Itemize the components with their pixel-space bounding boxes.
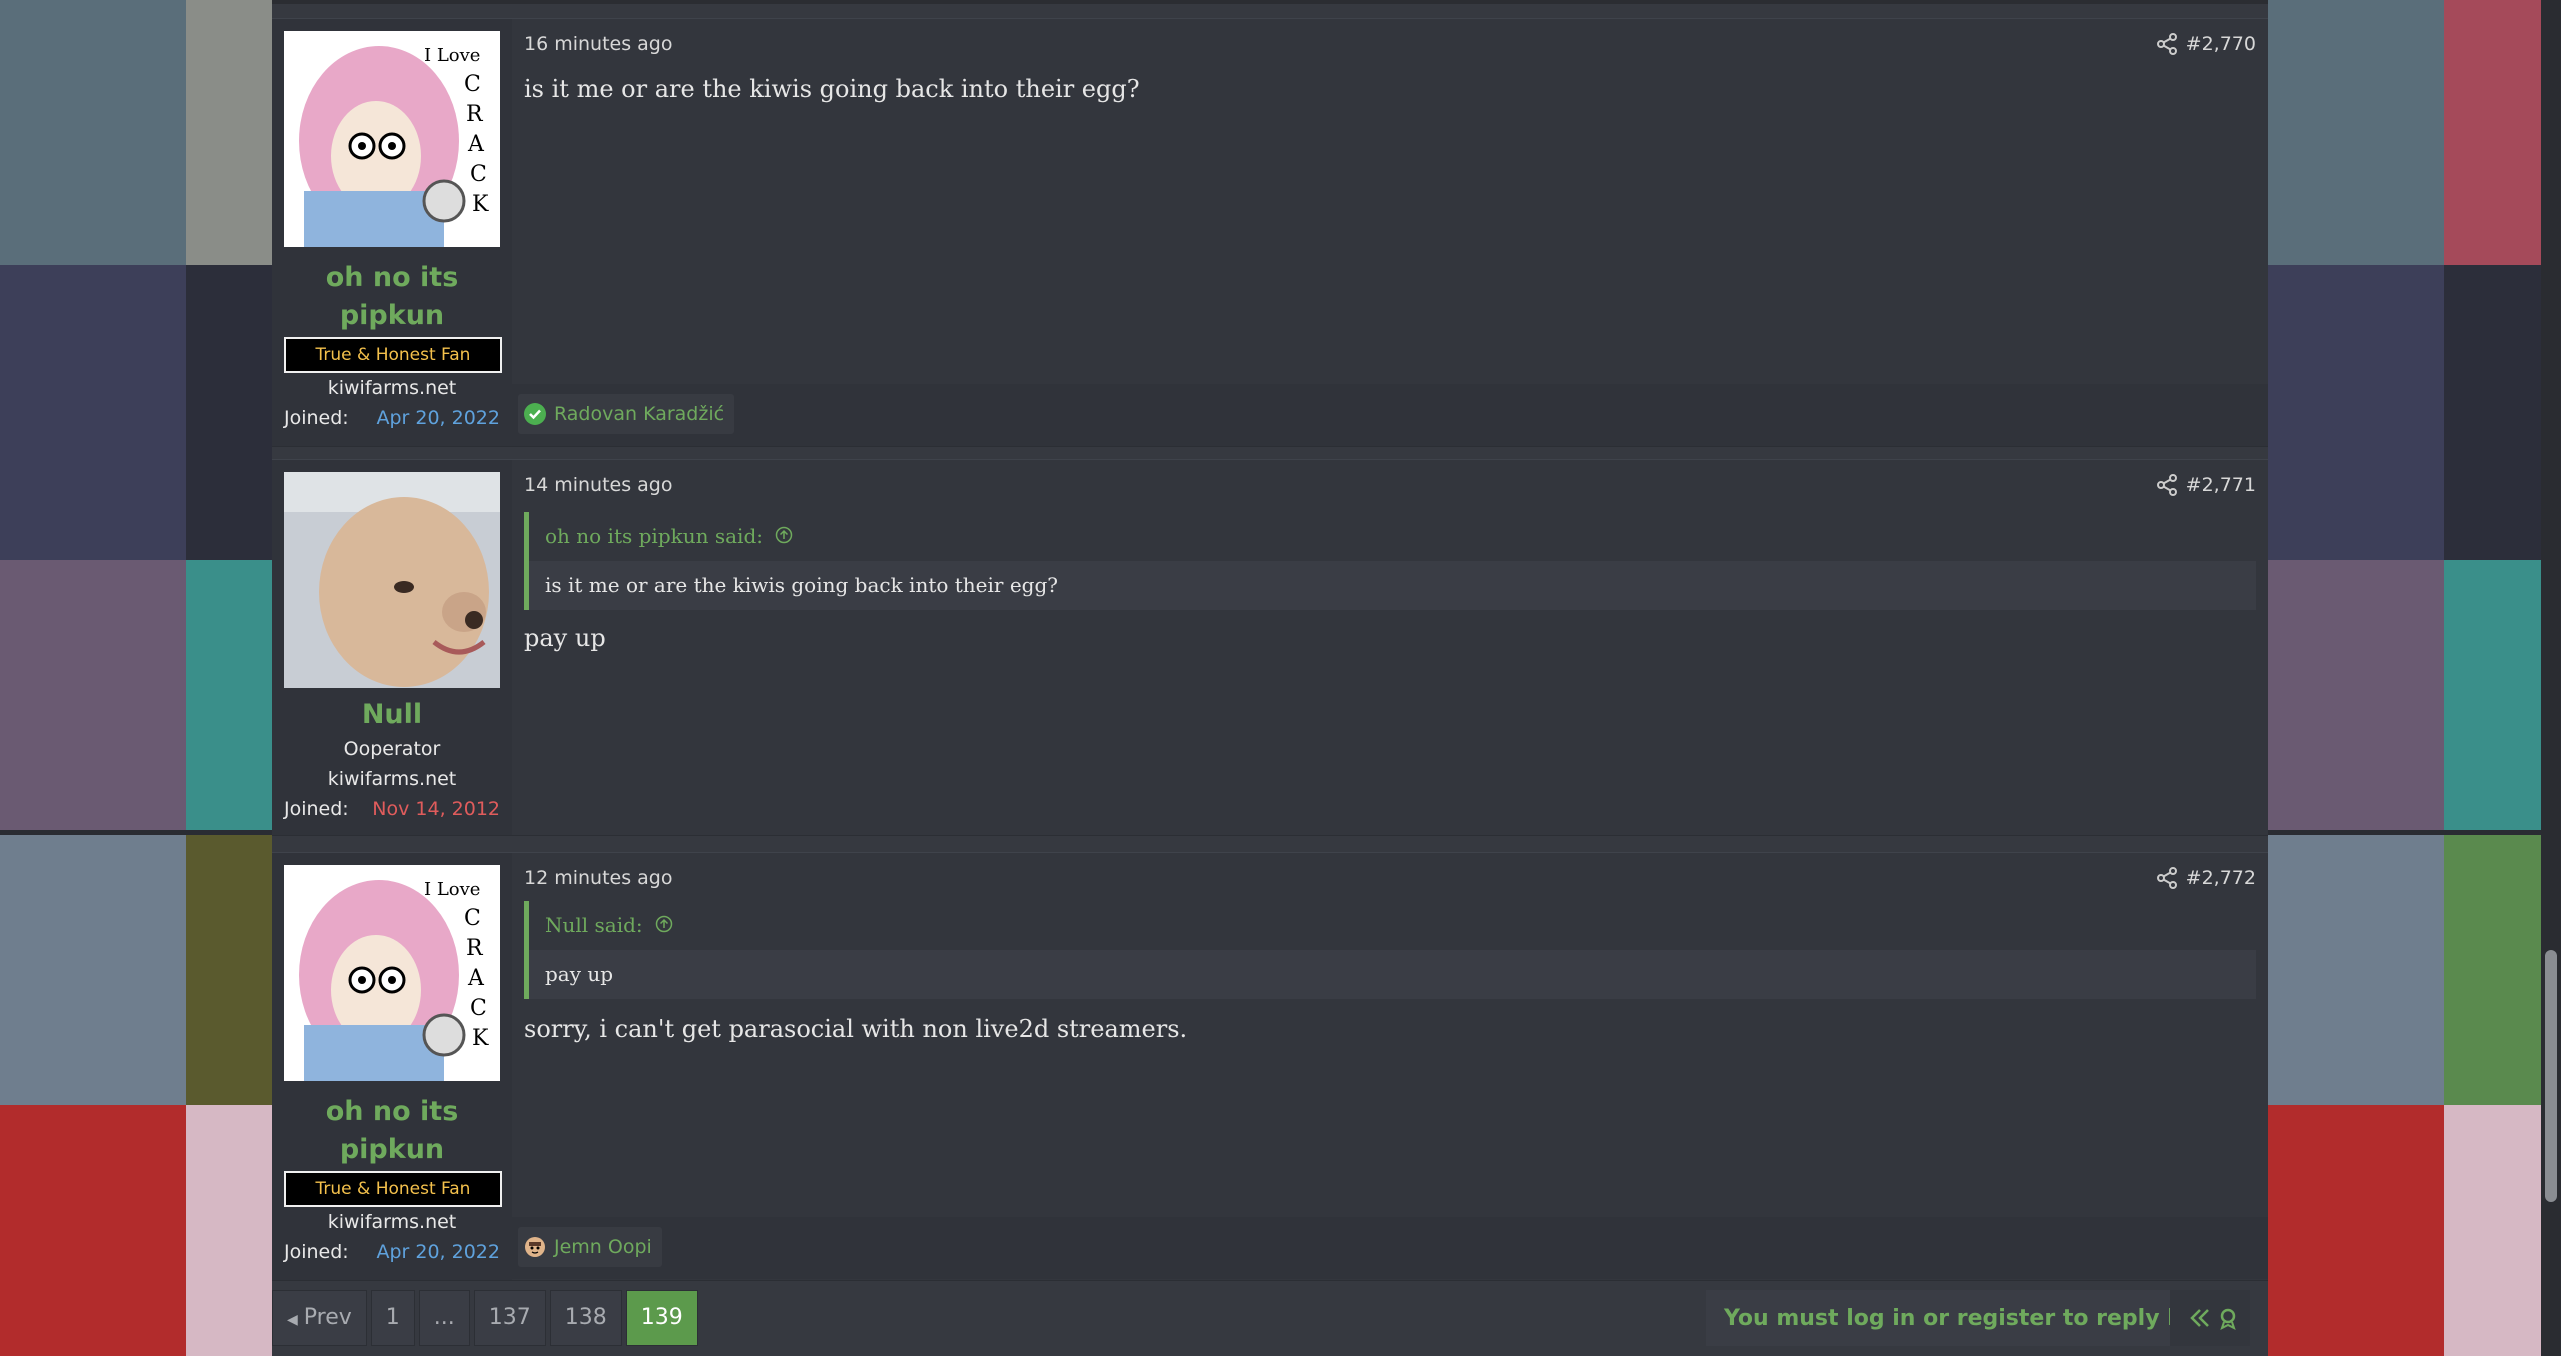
user-rank: Ooperator bbox=[343, 738, 441, 760]
scrollbar-thumb[interactable] bbox=[2545, 950, 2557, 1202]
joined-date: Nov 14, 2012 bbox=[372, 798, 500, 820]
user-site: kiwifarms.net bbox=[327, 377, 457, 399]
arrow-up-circle-icon[interactable] bbox=[775, 513, 793, 562]
joined-label: Joined: bbox=[284, 798, 349, 820]
joined-date: Apr 20, 2022 bbox=[376, 407, 500, 429]
username[interactable]: oh no its pipkun bbox=[272, 259, 512, 335]
joined-label: Joined: bbox=[284, 407, 349, 429]
svg-text:A: A bbox=[467, 966, 485, 991]
user-panel: Null Ooperator kiwifarms.net Joined: Nov… bbox=[272, 460, 512, 835]
user-site: kiwifarms.net bbox=[327, 768, 457, 790]
post-time[interactable]: 14 minutes ago bbox=[524, 474, 673, 496]
post: I Love C R A C K oh no its pipkun True &… bbox=[272, 852, 2268, 1281]
page-link[interactable]: 137 bbox=[473, 1290, 546, 1346]
joined-date: Apr 20, 2022 bbox=[376, 1241, 500, 1263]
svg-text:A: A bbox=[467, 132, 485, 157]
caret-left-icon: ◀ bbox=[287, 1312, 298, 1328]
face-emoji-icon bbox=[524, 1236, 546, 1258]
user-title-badge: True & Honest Fan bbox=[284, 1171, 502, 1207]
check-circle-icon bbox=[524, 403, 546, 425]
thread-jump-controls[interactable] bbox=[2170, 1290, 2250, 1346]
current-page[interactable]: 139 bbox=[625, 1290, 698, 1346]
svg-text:R: R bbox=[466, 936, 484, 961]
post-content: 12 minutes ago #2,772 Null said: pay up … bbox=[512, 853, 2268, 1280]
quote-header[interactable]: Null said: bbox=[529, 901, 2256, 950]
user-title-badge: True & Honest Fan bbox=[284, 337, 502, 373]
svg-text:C: C bbox=[464, 906, 481, 931]
reaction[interactable]: Radovan Karadžić bbox=[518, 394, 735, 434]
quote-author[interactable]: Null said: bbox=[545, 913, 643, 937]
post: Null Ooperator kiwifarms.net Joined: Nov… bbox=[272, 459, 2268, 836]
user-panel: I Love C R A C K oh no its pipkun True &… bbox=[272, 19, 512, 446]
post-body: sorry, i can't get parasocial with non l… bbox=[524, 1015, 1188, 1043]
reaction-user[interactable]: Radovan Karadžić bbox=[554, 403, 724, 425]
post-number[interactable]: #2,771 bbox=[2186, 474, 2256, 496]
post-body: pay up bbox=[524, 624, 606, 652]
joined-label: Joined: bbox=[284, 1241, 349, 1263]
svg-text:K: K bbox=[472, 192, 489, 217]
svg-text:R: R bbox=[466, 102, 484, 127]
share-icon[interactable] bbox=[2156, 867, 2178, 889]
user-site: kiwifarms.net bbox=[327, 1211, 457, 1233]
avatar[interactable]: I Love C R A C K bbox=[284, 31, 500, 247]
page-link[interactable]: 1 bbox=[370, 1290, 415, 1346]
post-time[interactable]: 16 minutes ago bbox=[524, 33, 673, 55]
post-number[interactable]: #2,770 bbox=[2186, 33, 2256, 55]
page-link[interactable]: 138 bbox=[549, 1290, 622, 1346]
post-number[interactable]: #2,772 bbox=[2186, 867, 2256, 889]
username-line[interactable]: oh no its bbox=[272, 1093, 512, 1131]
pagination: ◀ Prev 1 ... 137 138 139 bbox=[272, 1290, 702, 1346]
username-line[interactable]: pipkun bbox=[272, 1131, 512, 1169]
quote-block: Null said: pay up bbox=[524, 901, 2256, 999]
avatar[interactable]: I Love C R A C K bbox=[284, 865, 500, 1081]
reaction-user[interactable]: Jemn Oopi bbox=[554, 1236, 652, 1258]
post-content: 16 minutes ago #2,770 is it me or are th… bbox=[512, 19, 2268, 446]
share-icon[interactable] bbox=[2156, 474, 2178, 496]
reply-login-notice[interactable]: You must log in or register to reply her… bbox=[1706, 1290, 2250, 1346]
quote-text: pay up bbox=[545, 962, 614, 986]
thread-column: I Love C R A C K oh no its pipkun True &… bbox=[272, 0, 2268, 1356]
username[interactable]: oh no its pipkun bbox=[272, 1093, 512, 1169]
page-ellipsis[interactable]: ... bbox=[418, 1290, 470, 1346]
divider bbox=[272, 0, 2268, 4]
svg-text:C: C bbox=[470, 162, 487, 187]
scrollbar[interactable] bbox=[2541, 0, 2561, 1356]
post-content: 14 minutes ago #2,771 oh no its pipkun s… bbox=[512, 460, 2268, 835]
svg-text:I Love: I Love bbox=[424, 879, 480, 900]
user-panel: I Love C R A C K oh no its pipkun True &… bbox=[272, 853, 512, 1280]
prev-label: Prev bbox=[303, 1305, 352, 1330]
prev-page-button[interactable]: ◀ Prev bbox=[272, 1290, 367, 1346]
svg-text:K: K bbox=[472, 1026, 489, 1051]
reaction-bar: Radovan Karadžić bbox=[512, 384, 2268, 446]
post-body: is it me or are the kiwis going back int… bbox=[524, 75, 1140, 103]
svg-text:C: C bbox=[470, 996, 487, 1021]
svg-text:C: C bbox=[464, 72, 481, 97]
quote-text: is it me or are the kiwis going back int… bbox=[545, 573, 1058, 597]
quote-block: oh no its pipkun said: is it me or are t… bbox=[524, 512, 2256, 610]
arrow-up-circle-icon[interactable] bbox=[655, 902, 673, 951]
post-time[interactable]: 12 minutes ago bbox=[524, 867, 673, 889]
username-line[interactable]: oh no its bbox=[272, 259, 512, 297]
quote-author[interactable]: oh no its pipkun said: bbox=[545, 524, 763, 548]
share-icon[interactable] bbox=[2156, 33, 2178, 55]
username-line[interactable]: pipkun bbox=[272, 297, 512, 335]
reaction-bar: Jemn Oopi bbox=[512, 1217, 2268, 1279]
post: I Love C R A C K oh no its pipkun True &… bbox=[272, 18, 2268, 447]
login-notice-text[interactable]: You must log in or register to reply her… bbox=[1724, 1306, 2232, 1331]
quote-header[interactable]: oh no its pipkun said: bbox=[529, 512, 2256, 561]
reaction[interactable]: Jemn Oopi bbox=[518, 1227, 662, 1267]
avatar[interactable] bbox=[284, 472, 500, 688]
username[interactable]: Null bbox=[272, 696, 512, 734]
svg-text:I Love: I Love bbox=[424, 45, 480, 66]
